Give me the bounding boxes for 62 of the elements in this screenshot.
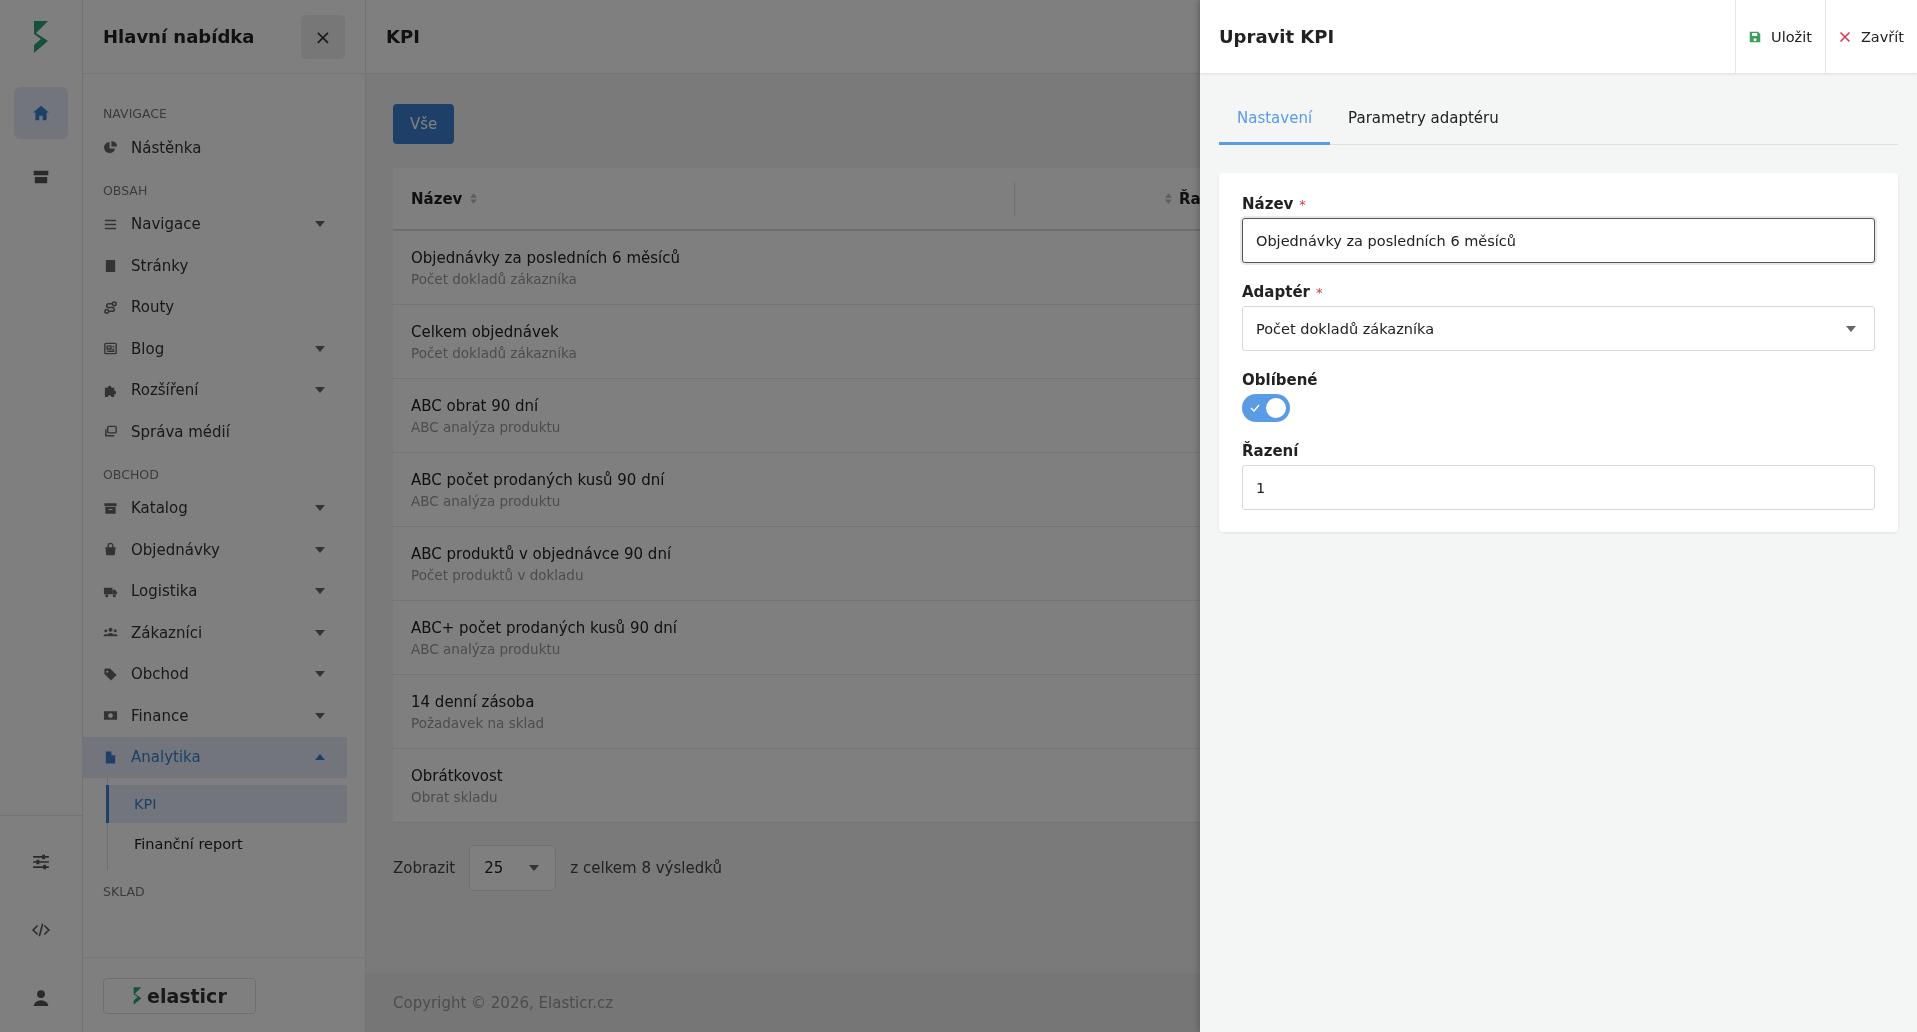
- drawer-title: Upravit KPI: [1218, 26, 1335, 47]
- section-heading: OBSAH: [102, 181, 149, 200]
- section-heading: OBCHOD: [102, 465, 160, 484]
- nav-item[interactable]: Zákazníci: [83, 612, 347, 654]
- input-field[interactable]: Objednávky za posledních 6 měsíců: [1242, 218, 1875, 263]
- pie-chart-icon: [103, 140, 118, 156]
- page-size-select[interactable]: 25: [469, 845, 557, 891]
- field-label: Název: [1242, 195, 1294, 213]
- input-field[interactable]: 1: [1242, 465, 1875, 510]
- section-heading: NAVIGACE: [102, 105, 168, 123]
- nav-item[interactable]: Finance: [83, 695, 347, 737]
- tag-icon: [103, 666, 118, 682]
- store-icon: [32, 168, 50, 186]
- nav-item[interactable]: Navigace: [83, 203, 347, 245]
- caret-icon: [1846, 325, 1856, 332]
- nav-subitem[interactable]: Finanční report: [106, 825, 347, 863]
- column-header[interactable]: Řa: [1179, 189, 1201, 208]
- required-mark: *: [1299, 197, 1306, 212]
- clipboard-icon: [103, 258, 118, 274]
- route-icon: [103, 299, 118, 315]
- user-icon[interactable]: [32, 989, 50, 1007]
- page-title: KPI: [386, 26, 420, 47]
- filter-button[interactable]: Vše: [393, 104, 455, 144]
- nav-item[interactable]: Nástěnka: [83, 127, 347, 169]
- nav-item[interactable]: Objednávky: [83, 529, 347, 571]
- field-label: Řazení: [1242, 442, 1299, 460]
- required-mark: *: [1315, 285, 1323, 300]
- select-field[interactable]: Počet dokladů zákazníka: [1242, 306, 1875, 351]
- nav-item[interactable]: Katalog: [83, 487, 347, 529]
- page-size-label: Zobrazit: [393, 859, 456, 877]
- field-label: Oblíbené: [1242, 371, 1318, 389]
- newspaper-icon: [103, 341, 118, 357]
- nav-item[interactable]: Obchod: [83, 653, 347, 695]
- nav-item[interactable]: Routy: [83, 286, 347, 328]
- check-icon: [1250, 404, 1260, 412]
- caret-icon: [529, 865, 540, 871]
- bag-icon: [103, 542, 118, 558]
- file-icon: [103, 749, 118, 765]
- code-icon[interactable]: [32, 921, 50, 939]
- nav-item[interactable]: Rozšíření: [83, 369, 347, 411]
- close-button[interactable]: Zavřít: [1824, 0, 1917, 73]
- results-count: z celkem 8 výsledků: [570, 859, 722, 877]
- tab[interactable]: Parametry adaptéru: [1330, 93, 1517, 145]
- floppy-icon: [1749, 30, 1762, 43]
- archive-icon: [103, 500, 118, 516]
- nav-item[interactable]: Stránky: [83, 245, 347, 287]
- field-label: Adaptér: [1242, 283, 1310, 301]
- nav-item[interactable]: Logistika: [83, 570, 347, 612]
- save-button[interactable]: Uložit: [1735, 0, 1825, 73]
- toggle-switch[interactable]: [1242, 394, 1290, 422]
- tab[interactable]: Nastavení: [1219, 93, 1331, 145]
- nav-item[interactable]: Správa médií: [83, 411, 347, 453]
- sliders-icon[interactable]: [32, 853, 50, 871]
- column-header[interactable]: Název: [411, 189, 463, 208]
- close-icon: [1838, 30, 1851, 43]
- sidebar-title: Hlavní nabídka: [103, 26, 255, 47]
- home-icon: [32, 104, 50, 122]
- home-button[interactable]: [14, 87, 68, 139]
- nav-item[interactable]: Blog: [83, 328, 347, 370]
- brand-logo: elasticr: [103, 978, 256, 1014]
- section-heading: SKLAD: [102, 883, 146, 901]
- close-button[interactable]: ×: [301, 14, 345, 59]
